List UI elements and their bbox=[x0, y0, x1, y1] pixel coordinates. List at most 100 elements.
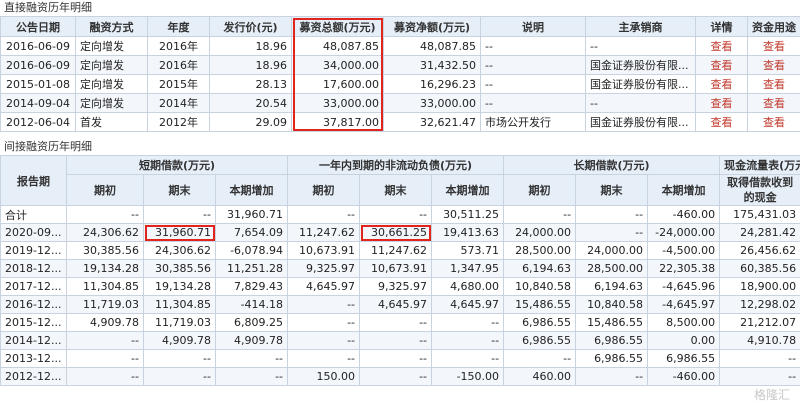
col-lt-begin[interactable]: 期初 bbox=[503, 174, 577, 206]
table-cell: 4,909.78 bbox=[143, 331, 216, 350]
table-cell: -- bbox=[359, 205, 433, 224]
col-lt-increase[interactable]: 本期增加 bbox=[647, 174, 721, 206]
col-issue-price[interactable]: 发行价(元) bbox=[209, 16, 292, 37]
table-cell: 22,305.38 bbox=[647, 259, 721, 278]
table-cell: 15,486.55 bbox=[503, 295, 577, 314]
table-cell: 10,840.58 bbox=[503, 277, 577, 296]
col-cl-increase[interactable]: 本期增加 bbox=[431, 174, 505, 206]
table-cell: 0.00 bbox=[647, 331, 721, 350]
table-cell: -4,645.96 bbox=[647, 277, 721, 296]
table-row: 2012-12... -- -- -- 150.00 -- -150.00 460.00 -- -… bbox=[0, 367, 800, 386]
table-cell: -- bbox=[503, 205, 577, 224]
details-link[interactable]: 查看 bbox=[695, 74, 748, 94]
table-cell: -- bbox=[503, 349, 577, 368]
fund-usage-link[interactable]: 查看 bbox=[747, 74, 800, 94]
table-cell: 30,385.56 bbox=[66, 241, 144, 260]
col-st-end[interactable]: 期末 bbox=[143, 174, 216, 206]
col-st-begin[interactable]: 期初 bbox=[66, 174, 144, 206]
table-cell: 6,986.55 bbox=[503, 331, 577, 350]
col-announce-date[interactable]: 公告日期 bbox=[0, 16, 76, 37]
col-year[interactable]: 年度 bbox=[147, 16, 210, 37]
col-underwriter[interactable]: 主承销商 bbox=[585, 16, 696, 37]
table-cell: 4,909.78 bbox=[214, 331, 289, 350]
table-cell: 11,304.85 bbox=[66, 277, 144, 296]
col-borrowing-cash[interactable]: 取得借款收到的现金 bbox=[719, 174, 800, 206]
table-row: 2016-06-09 定向增发 2016年 18.96 48,087.85 48,087.… bbox=[0, 36, 800, 56]
table-cell: -- bbox=[359, 367, 433, 386]
table-cell: 国金证券股份有限... bbox=[585, 112, 696, 132]
table-cell: -- bbox=[480, 55, 586, 75]
table-cell: 29.09 bbox=[209, 112, 292, 132]
table-cell: 15,486.55 bbox=[575, 313, 649, 332]
table-cell: -- bbox=[287, 205, 361, 224]
group-long-term-loans: 长期借款(万元) bbox=[503, 155, 721, 175]
col-description[interactable]: 说明 bbox=[480, 16, 586, 37]
table-cell: 11,251.28 bbox=[214, 259, 289, 278]
col-fund-usage[interactable]: 资金用途 bbox=[747, 16, 800, 37]
table-cell: 9,325.97 bbox=[287, 259, 361, 278]
table-cell: 7,654.09 bbox=[214, 223, 289, 242]
col-report-period[interactable]: 报告期 bbox=[0, 155, 67, 206]
table-cell: 市场公开发行 bbox=[480, 112, 586, 132]
table-cell: -- bbox=[287, 349, 361, 368]
table-cell: 60,385.56 bbox=[719, 259, 800, 278]
table-cell: 定向增发 bbox=[75, 55, 148, 75]
table-row: 2016-06-09 定向增发 2016年 18.96 34,000.00 31,432.… bbox=[0, 55, 800, 75]
details-link[interactable]: 查看 bbox=[695, 55, 748, 75]
indirect-financing-table: 报告期 短期借款(万元) 一年内到期的非流动负债(万元) 长期借款(万元) 现金… bbox=[0, 155, 800, 386]
table-cell: -6,078.94 bbox=[214, 241, 289, 260]
report-period-cell: 2016-12... bbox=[0, 295, 67, 314]
table-cell: 2015-01-08 bbox=[0, 74, 76, 94]
table-row: 2016-12... 11,719.03 11,304.85 -414.18 -- 4,6… bbox=[0, 295, 800, 314]
direct-financing-table: 公告日期 融资方式 年度 发行价(元) 募资总额(万元) 募资净额(万元) 说明… bbox=[0, 16, 800, 132]
table-cell: 33,000.00 bbox=[291, 93, 384, 113]
section-direct-financing-title: 直接融资历年明细 bbox=[4, 1, 92, 14]
details-link[interactable]: 查看 bbox=[695, 112, 748, 132]
col-financing-method[interactable]: 融资方式 bbox=[75, 16, 148, 37]
fund-usage-link[interactable]: 查看 bbox=[747, 93, 800, 113]
fund-usage-link[interactable]: 查看 bbox=[747, 112, 800, 132]
table-cell: -- bbox=[66, 331, 144, 350]
table-cell: 国金证券股份有限... bbox=[585, 55, 696, 75]
table-row: 2013-12... -- -- -- -- -- -- -- 6,986.55 6,986.55… bbox=[0, 349, 800, 368]
table-cell: 24,306.62 bbox=[143, 241, 216, 260]
table-cell: 6,986.55 bbox=[575, 349, 649, 368]
table-cell: 6,194.63 bbox=[503, 259, 577, 278]
col-st-increase[interactable]: 本期增加 bbox=[214, 174, 289, 206]
table-cell: 2016年 bbox=[147, 36, 210, 56]
table-cell: -- bbox=[431, 349, 505, 368]
details-link[interactable]: 查看 bbox=[695, 93, 748, 113]
table-cell: 6,809.25 bbox=[214, 313, 289, 332]
fund-usage-link[interactable]: 查看 bbox=[747, 36, 800, 56]
col-details[interactable]: 详情 bbox=[695, 16, 748, 37]
table-cell: 18.96 bbox=[209, 36, 292, 56]
table-cell: 6,986.55 bbox=[575, 331, 649, 350]
table-row: 2019-12... 30,385.56 24,306.62 -6,078.94 10,… bbox=[0, 241, 800, 260]
table-cell: -- bbox=[359, 331, 433, 350]
table-cell: -- bbox=[66, 349, 144, 368]
table-cell: 4,909.78 bbox=[66, 313, 144, 332]
col-lt-end[interactable]: 期末 bbox=[575, 174, 649, 206]
table-cell: 24,306.62 bbox=[66, 223, 144, 242]
table-cell: -- bbox=[480, 93, 586, 113]
col-cl-end[interactable]: 期末 bbox=[359, 174, 433, 206]
details-link[interactable]: 查看 bbox=[695, 36, 748, 56]
table-cell: 10,840.58 bbox=[575, 295, 649, 314]
col-net-raised[interactable]: 募资净额(万元) bbox=[383, 16, 481, 37]
table-cell: 2016-06-09 bbox=[0, 55, 76, 75]
table-cell: 150.00 bbox=[287, 367, 361, 386]
table-cell: -- bbox=[359, 313, 433, 332]
table-cell: 48,087.85 bbox=[383, 36, 481, 56]
table-cell: 30,511.25 bbox=[431, 205, 505, 224]
table-cell: 11,304.85 bbox=[143, 295, 216, 314]
fund-usage-link[interactable]: 查看 bbox=[747, 55, 800, 75]
col-total-raised[interactable]: 募资总额(万元) bbox=[291, 16, 384, 37]
table-cell: 首发 bbox=[75, 112, 148, 132]
table-cell: 34,000.00 bbox=[291, 55, 384, 75]
table-cell: -- bbox=[287, 295, 361, 314]
table-cell: 6,986.55 bbox=[503, 313, 577, 332]
table-cell: 2014年 bbox=[147, 93, 210, 113]
report-period-cell: 2019-12... bbox=[0, 241, 67, 260]
table-cell: -4,645.97 bbox=[647, 295, 721, 314]
col-cl-begin[interactable]: 期初 bbox=[287, 174, 361, 206]
